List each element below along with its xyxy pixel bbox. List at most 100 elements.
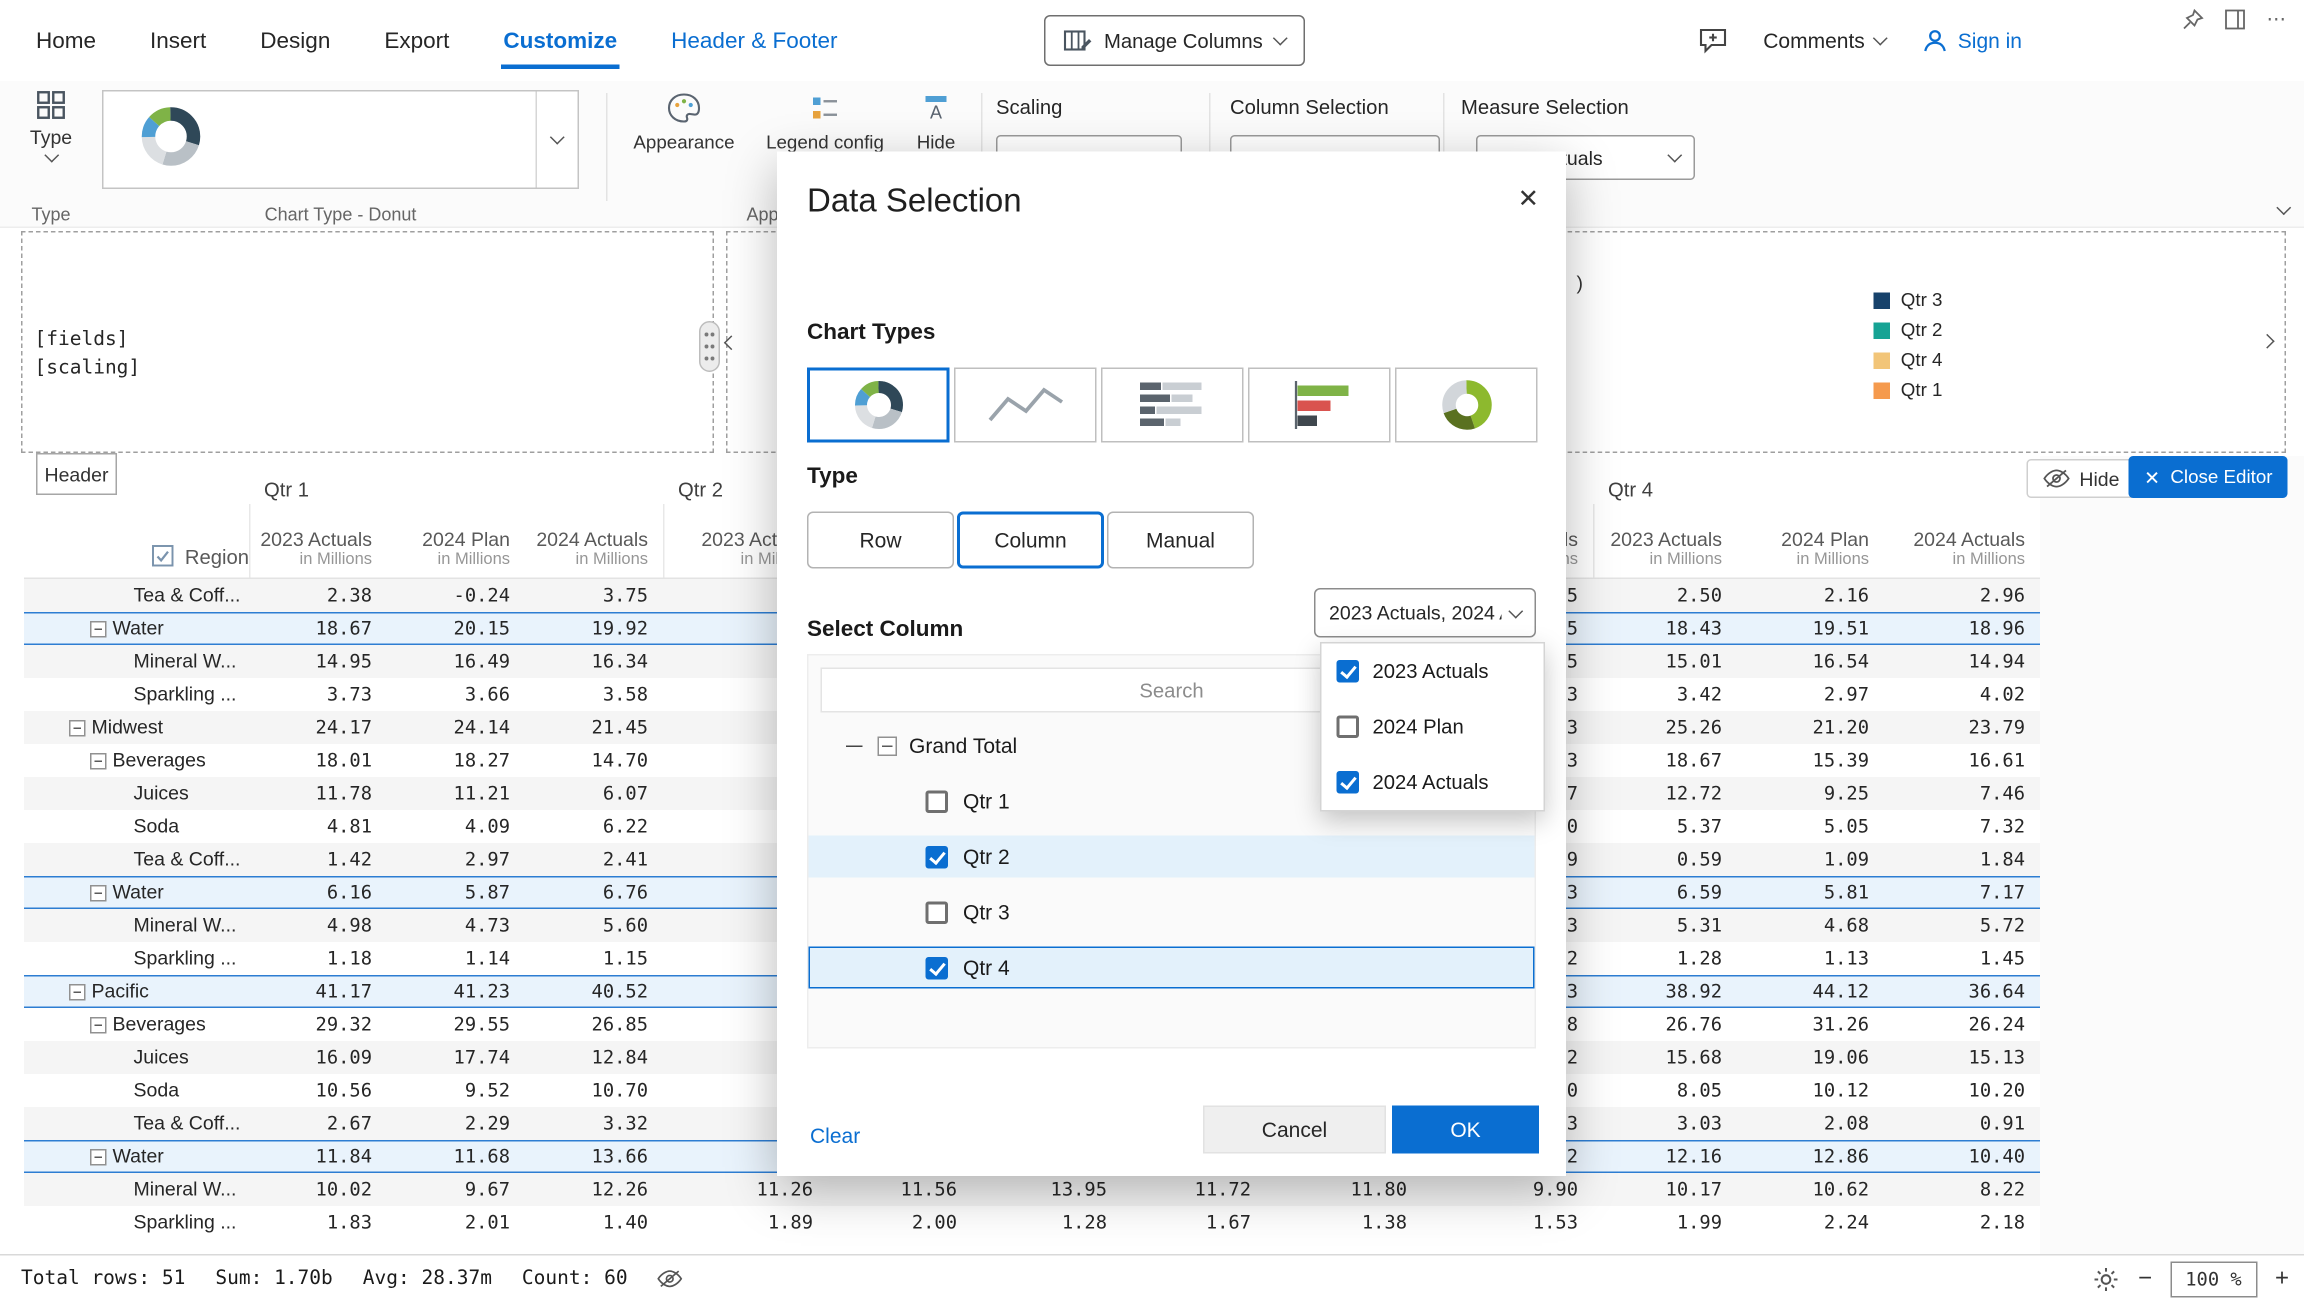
table-cell[interactable]: 25.26 bbox=[1593, 711, 1737, 744]
table-cell[interactable]: 9.67 bbox=[387, 1173, 525, 1206]
chart-type-button[interactable]: Type bbox=[18, 90, 84, 161]
table-cell[interactable]: 18.67 bbox=[1593, 744, 1737, 777]
table-cell[interactable]: 3.32 bbox=[525, 1107, 663, 1140]
ribbon-collapse-icon[interactable] bbox=[2276, 200, 2291, 215]
table-cell[interactable]: 16.34 bbox=[525, 645, 663, 678]
table-cell[interactable]: 41.17 bbox=[249, 975, 387, 1008]
next-chart-icon[interactable] bbox=[2260, 334, 2275, 349]
menu-tab-customize[interactable]: Customize bbox=[503, 28, 617, 54]
table-cell[interactable]: 2.97 bbox=[387, 843, 525, 876]
manage-columns-button[interactable]: Manage Columns bbox=[1044, 15, 1305, 66]
column-group-qtr-4[interactable]: Qtr 4 bbox=[1593, 479, 2040, 505]
table-cell[interactable]: 2.29 bbox=[387, 1107, 525, 1140]
table-row-mineral-w-18[interactable]: Mineral W...10.029.6712.2611.2611.5613.9… bbox=[24, 1173, 2040, 1206]
table-cell[interactable]: 17.74 bbox=[387, 1041, 525, 1074]
ok-button[interactable]: OK bbox=[1392, 1106, 1539, 1154]
comments-button[interactable]: Comments bbox=[1763, 29, 1886, 53]
table-cell[interactable]: 6.07 bbox=[525, 777, 663, 810]
table-cell[interactable]: 2.08 bbox=[1737, 1107, 1884, 1140]
type-option-row[interactable]: Row bbox=[807, 512, 954, 569]
hide-button[interactable]: A Hide bbox=[900, 93, 972, 153]
region-column-header[interactable]: Region bbox=[24, 504, 249, 578]
table-cell[interactable]: 1.09 bbox=[1737, 843, 1884, 876]
table-cell[interactable]: 7.17 bbox=[1884, 876, 2040, 909]
table-cell[interactable]: 18.96 bbox=[1884, 612, 2040, 645]
hide-editor-button[interactable]: Hide bbox=[2027, 459, 2136, 498]
table-cell[interactable]: 18.01 bbox=[249, 744, 387, 777]
measure-column-header[interactable]: 2024 Planin Millions bbox=[1737, 504, 1884, 578]
table-cell[interactable]: 1.40 bbox=[525, 1206, 663, 1239]
table-cell[interactable]: 6.59 bbox=[1593, 876, 1737, 909]
table-cell[interactable]: 15.13 bbox=[1884, 1041, 2040, 1074]
table-cell[interactable]: 1.83 bbox=[249, 1206, 387, 1239]
table-cell[interactable]: 5.72 bbox=[1884, 909, 2040, 942]
table-cell[interactable]: 21.20 bbox=[1737, 711, 1884, 744]
table-cell[interactable]: 14.70 bbox=[525, 744, 663, 777]
more-icon[interactable]: ⋯ bbox=[2267, 8, 2287, 32]
table-cell[interactable]: 1.28 bbox=[972, 1206, 1122, 1239]
table-cell[interactable]: 1.42 bbox=[249, 843, 387, 876]
table-cell[interactable]: 21.45 bbox=[525, 711, 663, 744]
measure-option-2024-plan[interactable]: 2024 Plan bbox=[1322, 699, 1544, 755]
measure-column-header[interactable]: 2023 Actualsin Millions bbox=[249, 504, 387, 578]
sign-in-button[interactable]: Sign in bbox=[1922, 27, 2022, 54]
menu-tab-design[interactable]: Design bbox=[260, 28, 330, 54]
table-cell[interactable]: 10.02 bbox=[249, 1173, 387, 1206]
table-cell[interactable]: 6.16 bbox=[249, 876, 387, 909]
legend-config-button[interactable]: Legend config bbox=[756, 93, 894, 153]
table-cell[interactable]: 5.60 bbox=[525, 909, 663, 942]
table-cell[interactable]: 23.79 bbox=[1884, 711, 2040, 744]
table-cell[interactable]: 10.17 bbox=[1593, 1173, 1737, 1206]
table-cell[interactable]: 1.53 bbox=[1422, 1206, 1593, 1239]
table-row-sparkling-19[interactable]: Sparkling ...1.832.011.401.892.001.281.6… bbox=[24, 1206, 2040, 1239]
chart-type-tile-line[interactable] bbox=[954, 368, 1097, 443]
chart-preview-dropdown[interactable] bbox=[536, 92, 578, 188]
panel-splitter-handle[interactable] bbox=[699, 321, 720, 372]
table-cell[interactable]: 16.54 bbox=[1737, 645, 1884, 678]
measure-column-header[interactable]: 2024 Actualsin Millions bbox=[1884, 504, 2040, 578]
cancel-button[interactable]: Cancel bbox=[1203, 1106, 1386, 1154]
expand-box-icon[interactable] bbox=[878, 736, 898, 756]
table-cell[interactable]: 13.95 bbox=[972, 1173, 1122, 1206]
table-cell[interactable]: 5.05 bbox=[1737, 810, 1884, 843]
table-cell[interactable]: 40.52 bbox=[525, 975, 663, 1008]
table-cell[interactable]: 1.13 bbox=[1737, 942, 1884, 975]
table-cell[interactable]: 2.50 bbox=[1593, 579, 1737, 612]
checkbox[interactable] bbox=[1337, 771, 1360, 794]
header-tab[interactable]: Header bbox=[36, 453, 117, 495]
table-cell[interactable]: 1.99 bbox=[1593, 1206, 1737, 1239]
close-editor-button[interactable]: ✕ Close Editor bbox=[2129, 456, 2287, 498]
collapse-icon[interactable] bbox=[846, 737, 863, 754]
appearance-button[interactable]: Appearance bbox=[618, 93, 750, 153]
table-cell[interactable]: 16.61 bbox=[1884, 744, 2040, 777]
table-cell[interactable]: 15.68 bbox=[1593, 1041, 1737, 1074]
table-cell[interactable]: 29.32 bbox=[249, 1008, 387, 1041]
measure-column-header[interactable]: 2023 Actualsin Millions bbox=[1593, 504, 1737, 578]
table-cell[interactable]: 2.67 bbox=[249, 1107, 387, 1140]
table-cell[interactable]: 4.68 bbox=[1737, 909, 1884, 942]
table-cell[interactable]: 26.76 bbox=[1593, 1008, 1737, 1041]
type-option-manual[interactable]: Manual bbox=[1107, 512, 1254, 569]
table-cell[interactable]: 5.37 bbox=[1593, 810, 1737, 843]
table-cell[interactable]: 1.28 bbox=[1593, 942, 1737, 975]
table-cell[interactable]: 4.73 bbox=[387, 909, 525, 942]
table-cell[interactable]: 7.46 bbox=[1884, 777, 2040, 810]
checkbox[interactable] bbox=[926, 845, 949, 868]
table-cell[interactable]: 13.66 bbox=[525, 1140, 663, 1173]
table-cell[interactable]: 18.27 bbox=[387, 744, 525, 777]
table-cell[interactable]: 0.59 bbox=[1593, 843, 1737, 876]
table-cell[interactable]: 4.98 bbox=[249, 909, 387, 942]
collapse-row-icon[interactable] bbox=[69, 719, 86, 736]
table-cell[interactable]: 4.09 bbox=[387, 810, 525, 843]
menu-tab-home[interactable]: Home bbox=[36, 28, 96, 54]
table-cell[interactable]: 11.80 bbox=[1266, 1173, 1422, 1206]
table-cell[interactable]: 12.86 bbox=[1737, 1140, 1884, 1173]
table-cell[interactable]: 19.51 bbox=[1737, 612, 1884, 645]
table-cell[interactable]: 11.21 bbox=[387, 777, 525, 810]
table-cell[interactable]: 10.62 bbox=[1737, 1173, 1884, 1206]
table-cell[interactable]: 16.09 bbox=[249, 1041, 387, 1074]
checkbox[interactable] bbox=[1337, 660, 1360, 683]
table-cell[interactable]: 3.58 bbox=[525, 678, 663, 711]
table-cell[interactable]: 3.42 bbox=[1593, 678, 1737, 711]
table-cell[interactable]: 3.75 bbox=[525, 579, 663, 612]
